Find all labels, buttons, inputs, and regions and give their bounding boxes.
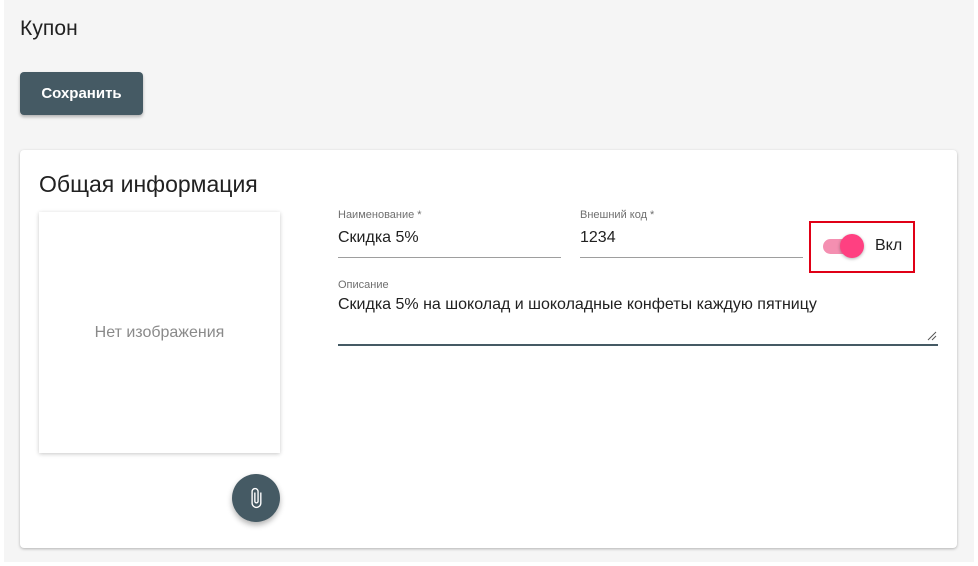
name-field-label: Наименование * [338, 209, 422, 221]
page-background: Купон Сохранить Общая информация Нет изо… [4, 0, 974, 562]
description-field: Описание Скидка 5% на шоколад и шоколадн… [338, 279, 938, 346]
save-button[interactable]: Сохранить [20, 72, 143, 115]
description-textarea[interactable]: Скидка 5% на шоколад и шоколадные конфет… [338, 296, 938, 340]
description-field-underline [338, 344, 938, 346]
active-toggle-label: Вкл [875, 237, 903, 254]
external-code-field-label: Внешний код * [580, 209, 655, 221]
name-field: Наименование * [338, 209, 561, 258]
external-code-input[interactable] [580, 226, 803, 250]
card-title: Общая информация [39, 171, 258, 197]
attach-image-button[interactable] [232, 474, 280, 522]
image-placeholder-text: Нет изображения [94, 323, 225, 341]
name-input[interactable] [338, 226, 561, 250]
paperclip-icon [251, 487, 262, 509]
image-preview: Нет изображения [39, 212, 280, 453]
general-info-card: Общая информация Нет изображения Наимено… [20, 150, 957, 548]
active-toggle[interactable] [821, 234, 865, 260]
external-code-field: Внешний код * [580, 209, 803, 258]
page-title: Купон [20, 17, 78, 40]
name-field-underline [338, 257, 561, 258]
external-code-field-underline [580, 257, 803, 258]
description-field-label: Описание [338, 279, 389, 291]
toggle-thumb [840, 234, 864, 258]
resize-handle-icon[interactable] [927, 331, 937, 341]
